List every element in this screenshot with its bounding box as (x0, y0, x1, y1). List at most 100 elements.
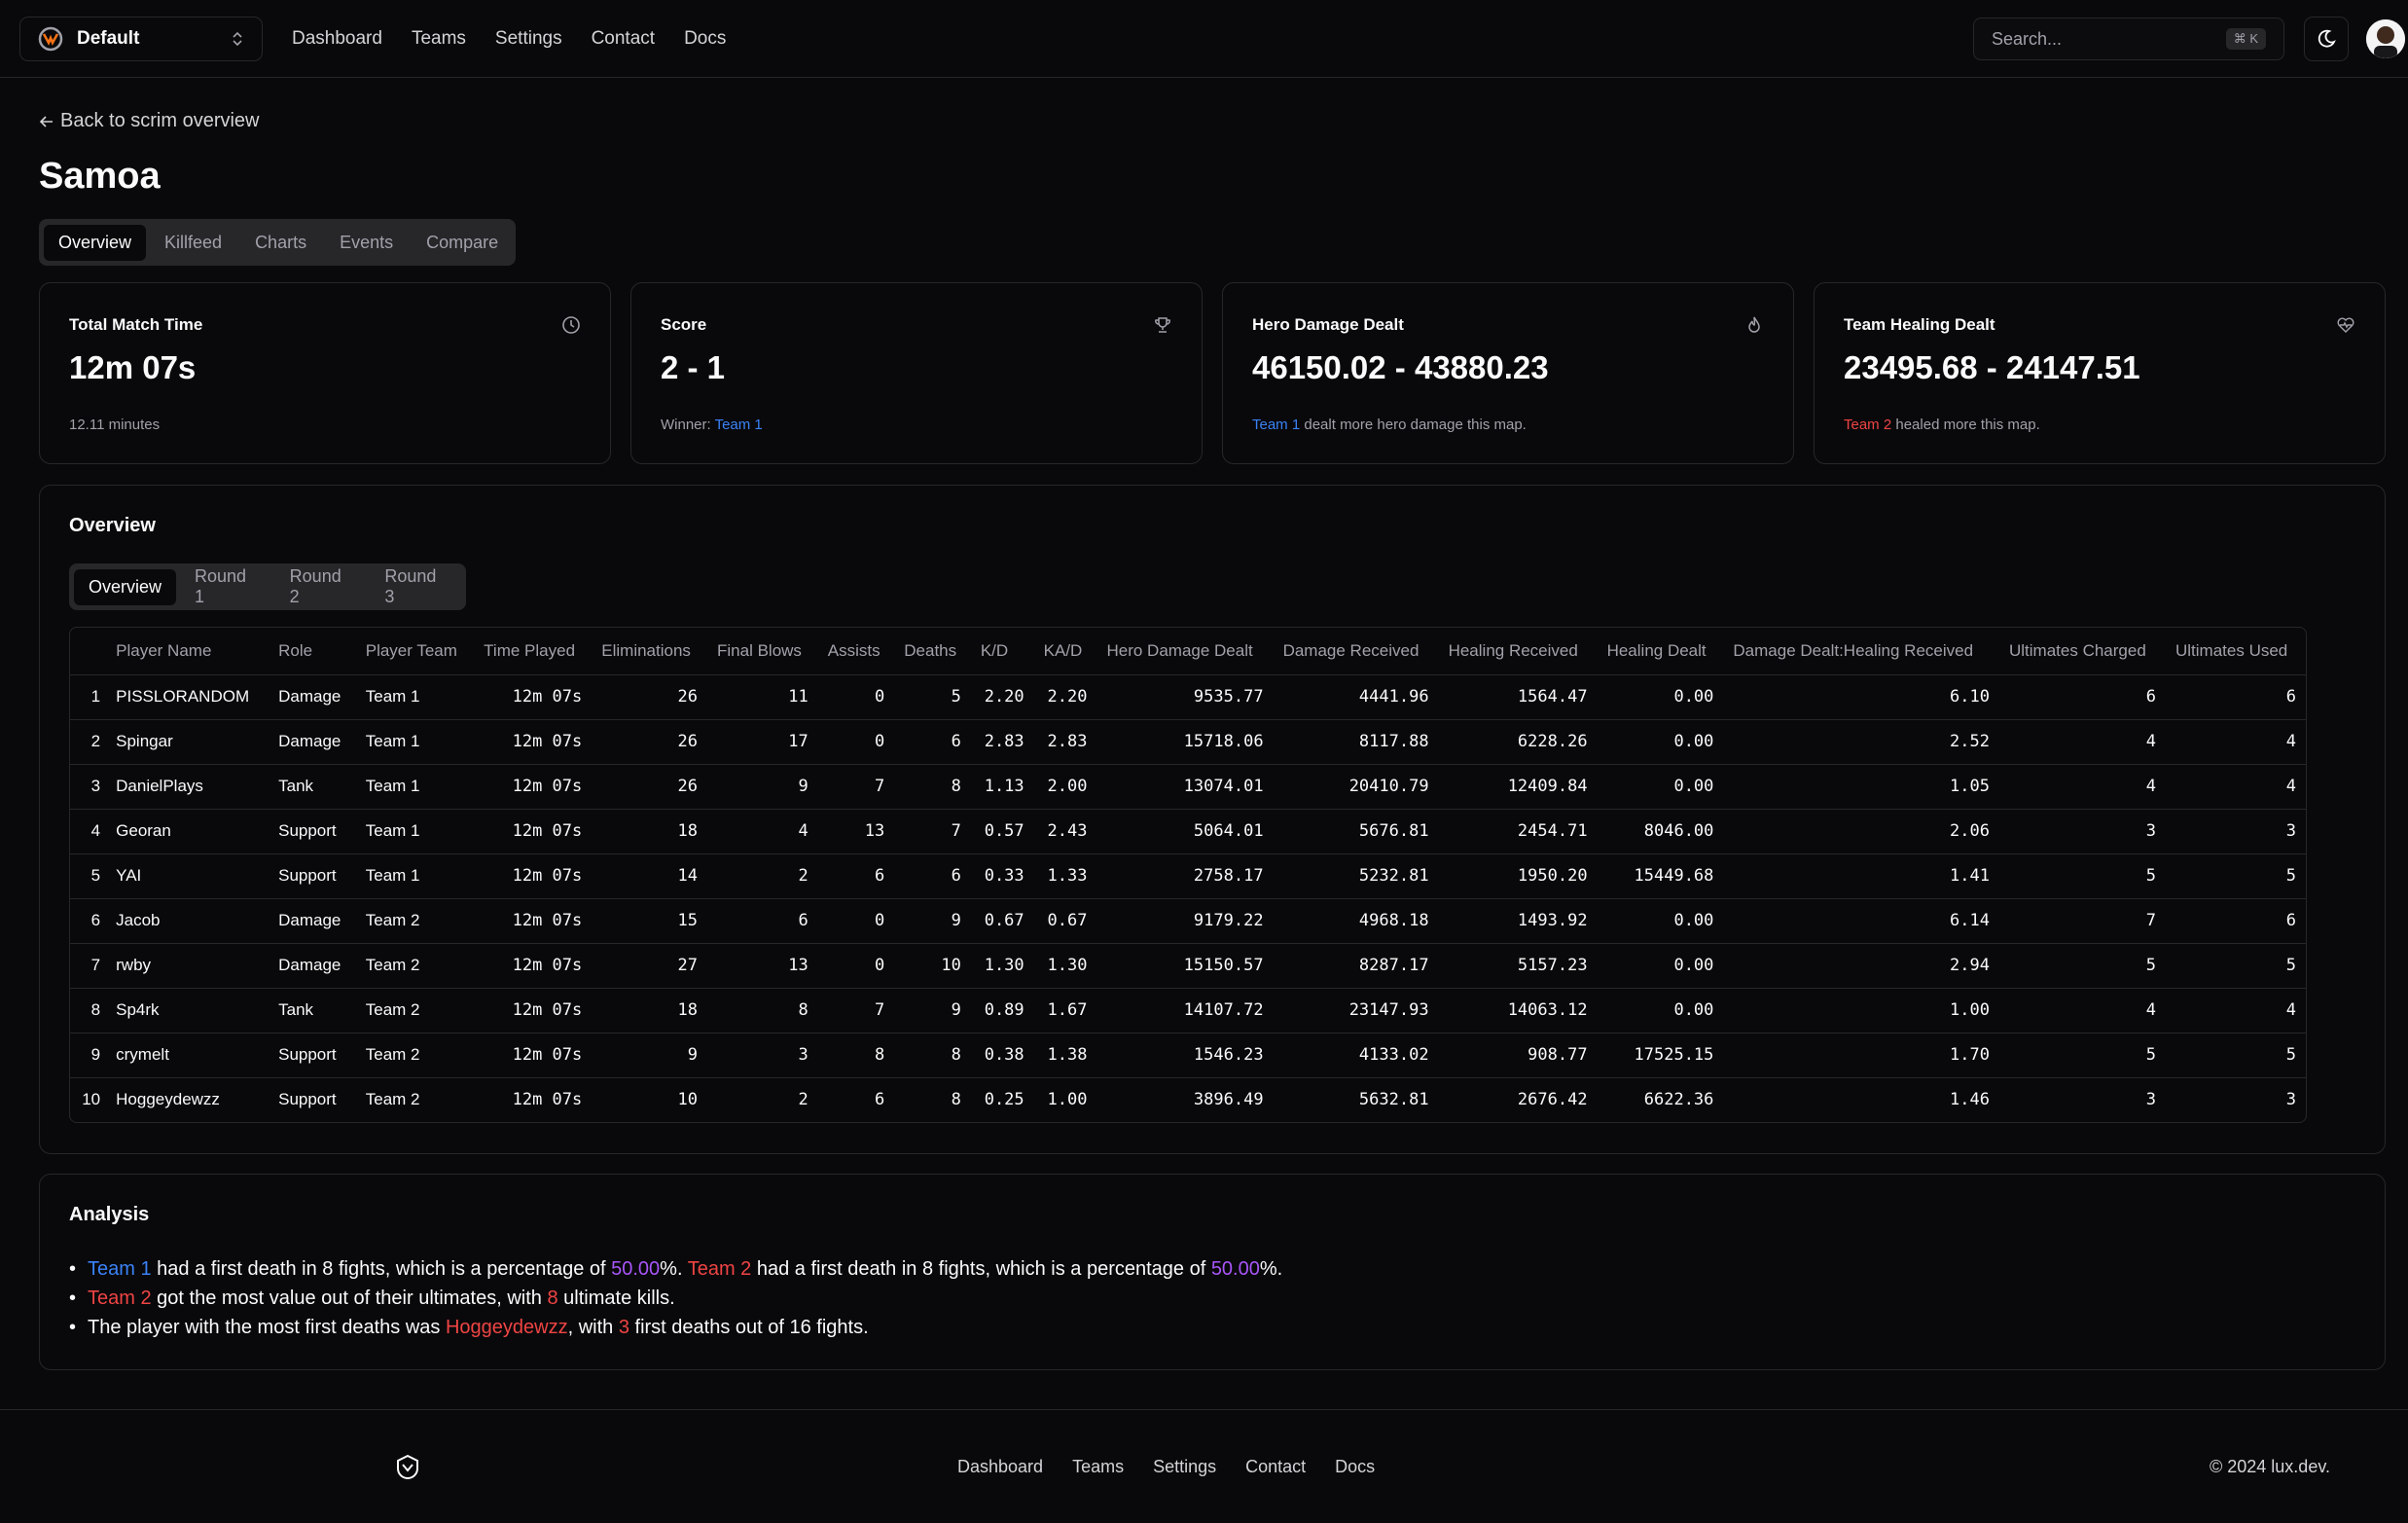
column-header[interactable]: Ultimates Charged (1999, 628, 2166, 675)
table-row[interactable]: 10 Hoggeydewzz Support Team 2 12m 07s 10 2 6 8 0.… (70, 1077, 2306, 1122)
table-cell: 3896.49 (1193, 1090, 1264, 1110)
user-avatar[interactable] (2366, 19, 2405, 58)
analysis-item: Team 1 had a first death in 8 fights, wh… (69, 1254, 1282, 1284)
tab-round-overview[interactable]: Overview (74, 568, 177, 605)
table-cell: 5632.81 (1358, 1090, 1429, 1110)
tab-round-2[interactable]: Round 2 (275, 559, 367, 615)
player-name-cell: crymelt (106, 1033, 270, 1078)
column-header[interactable]: Player Name (106, 628, 270, 675)
row-index: 7 (70, 943, 107, 989)
nav-teams[interactable]: Teams (412, 28, 466, 50)
table-cell: 7 (817, 988, 895, 1033)
column-header[interactable]: Player Team (355, 628, 475, 675)
table-cell: 5232.81 (1273, 853, 1439, 899)
table-cell: 1.38 (1033, 1033, 1097, 1078)
table-cell: 12m 07s (474, 988, 593, 1033)
table-row[interactable]: 5 YAI Support Team 1 12m 07s 14 2 6 6 0.33 1.33 275… (70, 853, 2306, 899)
column-header[interactable]: Healing Received (1438, 628, 1598, 675)
nav-dashboard[interactable]: Dashboard (292, 28, 382, 50)
column-header[interactable]: Damage Dealt:Healing Received (1723, 628, 1999, 675)
nav-docs[interactable]: Docs (684, 28, 726, 50)
player-name-cell: Spingar (106, 719, 270, 765)
tab-killfeed[interactable]: Killfeed (150, 225, 236, 261)
column-header[interactable]: KA/D (1033, 628, 1097, 675)
table-cell: 2.83 (1033, 719, 1097, 765)
tab-charts[interactable]: Charts (240, 225, 321, 261)
player-name-cell: PISSLORANDOM (106, 674, 270, 720)
footer-link-teams[interactable]: Teams (1072, 1457, 1124, 1477)
player-name-cell: Sp4rk (106, 988, 270, 1033)
table-cell: 5676.81 (1273, 809, 1439, 854)
table-row[interactable]: 7 rwby Damage Team 2 12m 07s 27 13 0 10 1.30 1.30 1… (70, 943, 2306, 989)
nav-settings[interactable]: Settings (495, 28, 562, 50)
percentage-value: 50.00 (611, 1258, 661, 1280)
table-cell: 9 (894, 988, 971, 1033)
column-header[interactable]: Healing Dealt (1597, 628, 1724, 675)
footer-link-settings[interactable]: Settings (1153, 1457, 1216, 1477)
table-row[interactable]: 4 Georan Support Team 1 12m 07s 18 4 13 7 0.57 2.4… (70, 809, 2306, 854)
back-to-overview-link[interactable]: Back to scrim overview (39, 110, 260, 132)
table-cell: 2 (798, 1090, 809, 1110)
tab-events[interactable]: Events (325, 225, 408, 261)
column-header[interactable]: Role (269, 628, 356, 675)
table-cell: 1.46 (1950, 1090, 1990, 1110)
tab-compare[interactable]: Compare (412, 225, 513, 261)
column-header[interactable]: Damage Received (1273, 628, 1439, 675)
page-title: Samoa (39, 156, 161, 197)
column-header[interactable]: Eliminations (592, 628, 708, 675)
stat-value: 23495.68 - 24147.51 (1844, 349, 2140, 385)
table-row[interactable]: 3 DanielPlays Tank Team 1 12m 07s 26 9 7 8 1.13 2.… (70, 764, 2306, 810)
footer-link-dashboard[interactable]: Dashboard (957, 1457, 1043, 1477)
table-cell: 26 (592, 764, 708, 810)
table-cell: 12m 07s (512, 1090, 583, 1110)
table-cell: 27 (592, 943, 708, 989)
search-placeholder: Search... (1992, 28, 2063, 49)
table-cell: 9535.77 (1096, 674, 1274, 720)
table-cell: 4 (1999, 988, 2166, 1033)
table-cell: 8 (894, 1033, 971, 1078)
team-name: Default (77, 28, 140, 49)
column-header[interactable]: K/D (970, 628, 1034, 675)
table-cell: 15718.06 (1096, 719, 1274, 765)
leading-team: Team 2 (1844, 417, 1892, 433)
column-header[interactable]: Time Played (474, 628, 593, 675)
table-row[interactable]: 6 Jacob Damage Team 2 12m 07s 15 6 0 9 0.67 0.67 91… (70, 898, 2306, 944)
tab-overview[interactable]: Overview (44, 224, 147, 261)
arrow-left-icon (39, 115, 53, 127)
tab-round-3[interactable]: Round 3 (370, 559, 461, 615)
column-header[interactable]: Deaths (894, 628, 971, 675)
search-input[interactable]: Search... ⌘ K (1973, 18, 2284, 60)
table-cell: 9 (592, 1033, 708, 1078)
table-cell: 1950.20 (1438, 853, 1598, 899)
search-shortcut-badge: ⌘ K (2225, 28, 2266, 50)
table-cell: 2.43 (1033, 809, 1097, 854)
table-row[interactable]: 2 Spingar Damage Team 1 12m 07s 26 17 0 6 2.83 2.8… (70, 719, 2306, 765)
table-cell: 1493.92 (1438, 898, 1598, 944)
table-cell: 12m 07s (474, 1033, 593, 1078)
table-cell: 26 (592, 719, 708, 765)
nav-contact[interactable]: Contact (592, 28, 655, 50)
column-header[interactable]: Final Blows (707, 628, 818, 675)
table-cell: 10 (894, 943, 971, 989)
table-cell: 5 (1999, 853, 2166, 899)
stat-subtext-suffix: healed more this map. (1891, 417, 2040, 433)
lux-logo-icon[interactable] (393, 1453, 422, 1482)
table-row[interactable]: 1 PISSLORANDOM Damage Team 1 12m 07s 26 11 0 5 2.… (70, 674, 2306, 720)
stat-card-score: Score 2 - 1 Winner: Team 1 (630, 282, 1203, 464)
footer-link-contact[interactable]: Contact (1245, 1457, 1306, 1477)
table-cell: Damage (269, 674, 356, 720)
column-header[interactable]: Assists (817, 628, 895, 675)
table-cell: 8287.17 (1273, 943, 1439, 989)
footer-link-docs[interactable]: Docs (1335, 1457, 1375, 1477)
team-switcher[interactable]: Default (19, 17, 263, 61)
table-row[interactable]: 8 Sp4rk Tank Team 2 12m 07s 18 8 7 9 0.89 1.67 1410… (70, 988, 2306, 1033)
avatar-image (2366, 19, 2405, 58)
column-header[interactable]: Ultimates Used (2166, 628, 2306, 675)
table-cell: 0.33 (970, 853, 1034, 899)
theme-toggle-button[interactable] (2304, 17, 2349, 61)
column-header[interactable]: Hero Damage Dealt (1096, 628, 1274, 675)
tab-round-1[interactable]: Round 1 (180, 559, 271, 615)
table-cell: 13 (707, 943, 818, 989)
table-cell: 12m 07s (474, 898, 593, 944)
table-row[interactable]: 9 crymelt Support Team 2 12m 07s 9 3 8 8 0.38 1.38… (70, 1033, 2306, 1078)
